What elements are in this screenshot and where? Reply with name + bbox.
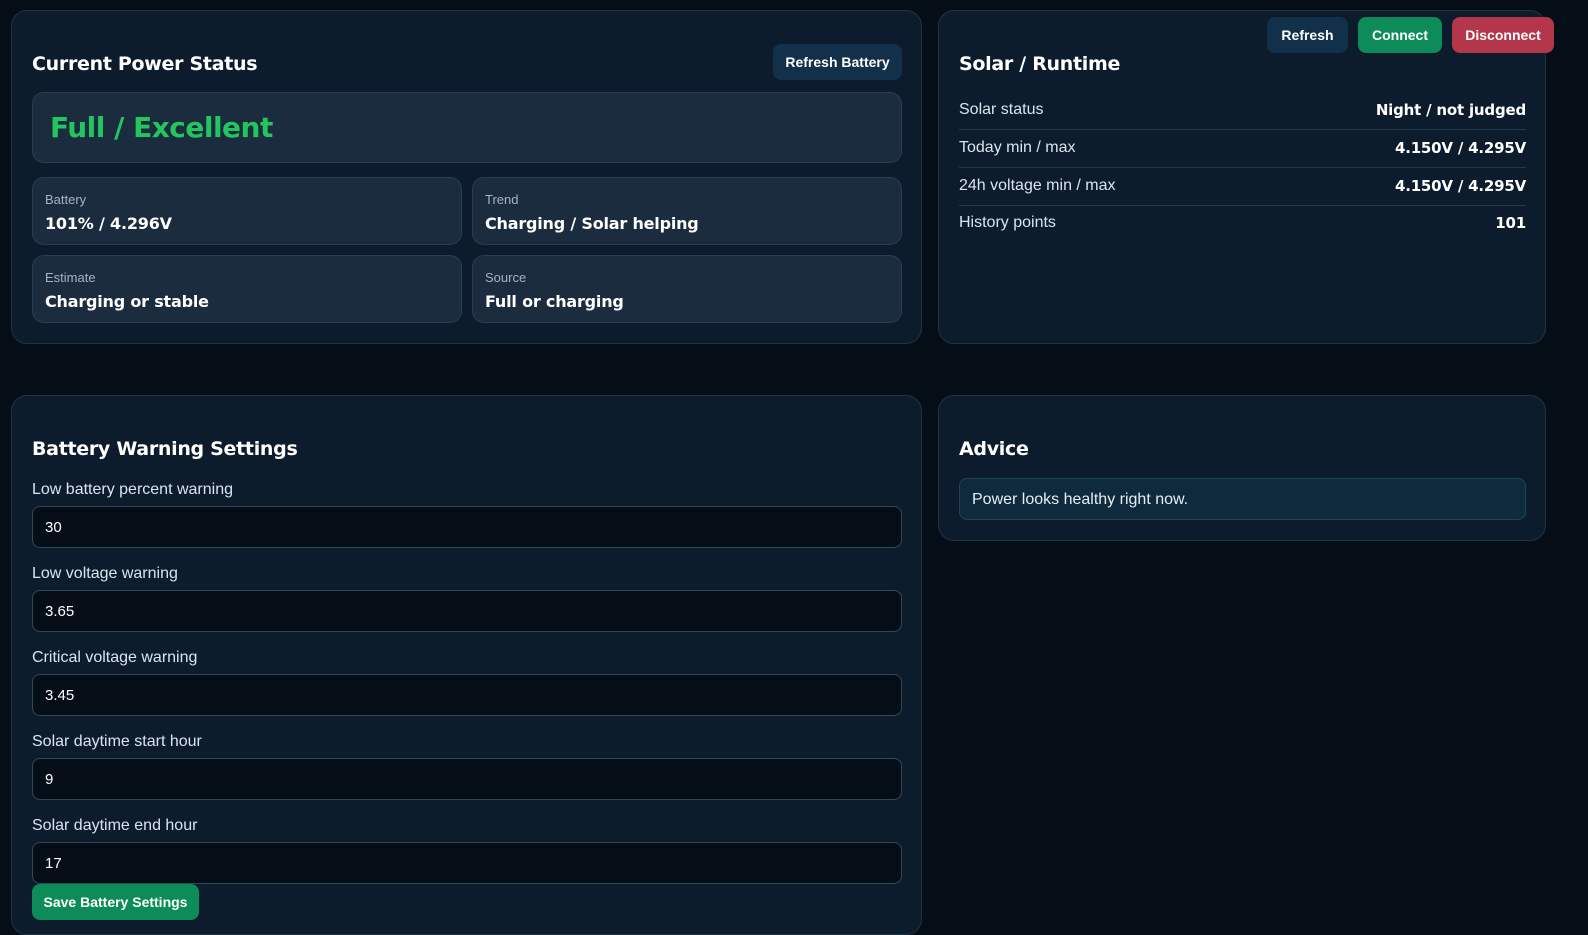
stat-row-history-points: History points 101: [959, 205, 1526, 243]
estimate-card: Estimate Charging or stable: [32, 255, 462, 323]
solar-runtime-panel: Solar / Runtime Solar status Night / not…: [938, 10, 1546, 344]
solar-end-hour-input[interactable]: [32, 842, 902, 884]
source-card: Source Full or charging: [472, 255, 902, 323]
low-voltage-input[interactable]: [32, 590, 902, 632]
estimate-card-label: Estimate: [45, 270, 96, 285]
stat-value: 4.150V / 4.295V: [1394, 177, 1526, 195]
low-battery-percent-input[interactable]: [32, 506, 902, 548]
advice-title: Advice: [959, 438, 1029, 460]
critical-voltage-input[interactable]: [32, 674, 902, 716]
trend-card: Trend Charging / Solar helping: [472, 177, 902, 245]
advice-box: Power looks healthy right now.: [959, 478, 1526, 520]
stat-label: Solar status: [959, 101, 1044, 118]
connect-button[interactable]: Connect: [1358, 17, 1442, 53]
estimate-card-value: Charging or stable: [45, 292, 209, 311]
trend-card-label: Trend: [485, 192, 519, 207]
solar-start-hour-input[interactable]: [32, 758, 902, 800]
power-status-title: Current Power Status: [32, 53, 258, 75]
advice-panel: Advice Power looks healthy right now.: [938, 395, 1546, 541]
settings-title: Battery Warning Settings: [32, 438, 298, 460]
low-battery-percent-label: Low battery percent warning: [32, 481, 233, 498]
refresh-battery-button[interactable]: Refresh Battery: [773, 44, 902, 80]
battery-warning-settings-panel: Battery Warning Settings Low battery per…: [11, 395, 922, 935]
solar-end-hour-label: Solar daytime end hour: [32, 817, 198, 834]
refresh-button[interactable]: Refresh: [1267, 17, 1348, 53]
stat-value: 4.150V / 4.295V: [1394, 139, 1526, 157]
battery-card-value: 101% / 4.296V: [45, 214, 172, 233]
solar-runtime-title: Solar / Runtime: [959, 53, 1121, 75]
low-voltage-label: Low voltage warning: [32, 565, 178, 582]
source-card-value: Full or charging: [485, 292, 624, 311]
power-status-box: Full / Excellent: [32, 92, 902, 163]
battery-card-label: Battery: [45, 192, 87, 207]
stat-value: 101: [1495, 214, 1526, 232]
stat-label: Today min / max: [959, 139, 1076, 156]
power-status-panel: Current Power Status Refresh Battery Ful…: [11, 10, 922, 344]
save-battery-settings-button[interactable]: Save Battery Settings: [32, 884, 199, 920]
stat-row-today-min-max: Today min / max 4.150V / 4.295V: [959, 130, 1526, 168]
solar-start-hour-label: Solar daytime start hour: [32, 733, 202, 750]
disconnect-button[interactable]: Disconnect: [1452, 17, 1554, 53]
advice-message: Power looks healthy right now.: [972, 491, 1189, 508]
trend-card-value: Charging / Solar helping: [485, 214, 699, 233]
stat-row-solar-status: Solar status Night / not judged: [959, 92, 1526, 130]
power-status-text: Full / Excellent: [50, 111, 273, 144]
battery-card: Battery 101% / 4.296V: [32, 177, 462, 245]
critical-voltage-label: Critical voltage warning: [32, 649, 198, 666]
stat-label: History points: [959, 214, 1056, 231]
source-card-label: Source: [485, 270, 527, 285]
stat-value: Night / not judged: [1375, 101, 1526, 119]
stat-label: 24h voltage min / max: [959, 177, 1116, 194]
stat-row-24h-voltage: 24h voltage min / max 4.150V / 4.295V: [959, 168, 1526, 206]
